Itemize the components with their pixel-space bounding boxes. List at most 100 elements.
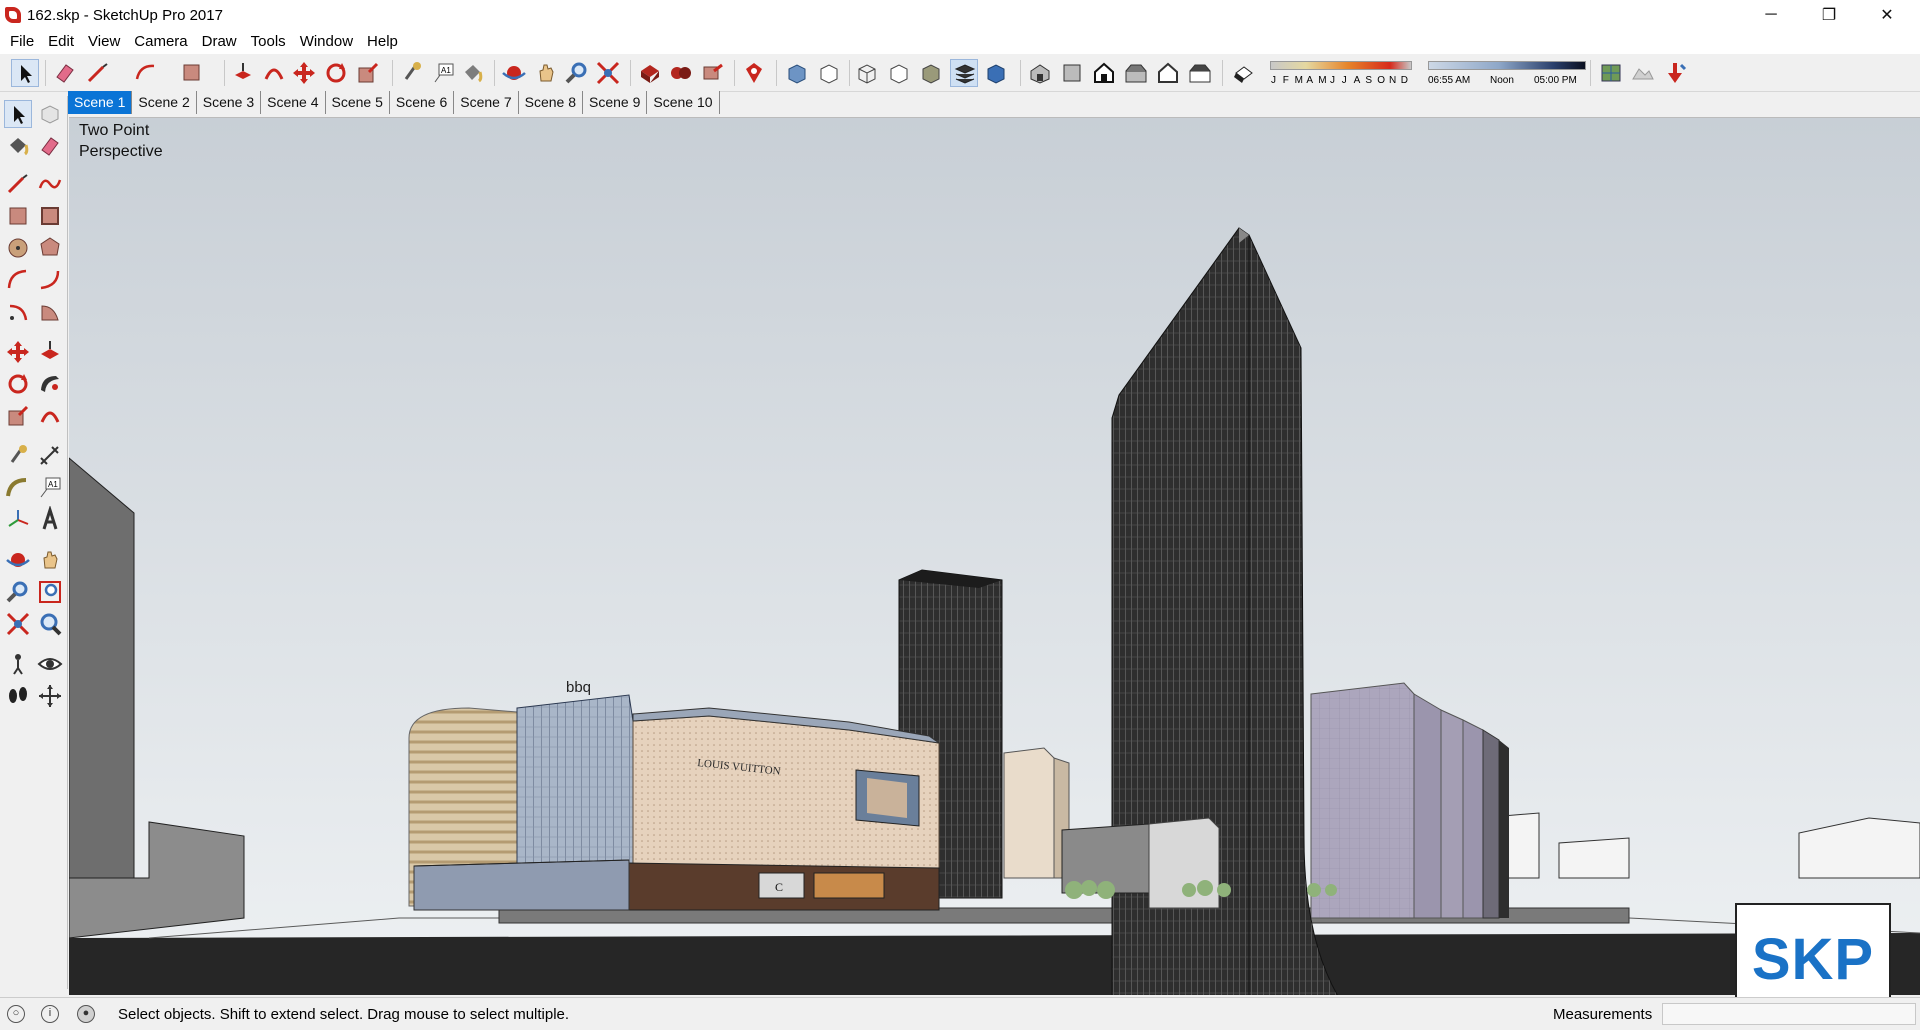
three-point-arc-icon[interactable] [4,298,32,326]
text-tool-icon[interactable]: A1 [430,59,458,87]
shaded-textures-style-icon[interactable] [917,59,945,87]
tape-measure-tool-icon[interactable] [398,59,426,87]
menu-file[interactable]: File [3,30,41,54]
paint-bucket-tool-icon[interactable] [458,59,486,87]
tab-scene-3[interactable]: Scene 3 [196,91,262,114]
polygon-icon[interactable] [36,234,64,262]
eraser-icon[interactable] [36,132,64,160]
zoom-extents-tool-icon[interactable] [594,59,622,87]
month-slider[interactable] [1270,61,1412,70]
tab-scene-8[interactable]: Scene 8 [518,91,583,114]
tab-scene-6[interactable]: Scene 6 [389,91,455,114]
freehand-icon[interactable] [36,170,64,198]
scale-icon[interactable] [4,402,32,430]
tab-scene-5[interactable]: Scene 5 [325,91,390,114]
tab-scene-4[interactable]: Scene 4 [261,91,326,114]
front-view-icon[interactable] [1090,59,1118,87]
menu-view[interactable]: View [81,30,127,54]
move-icon[interactable] [4,338,32,366]
orbit-tool-icon[interactable] [500,59,528,87]
pan-icon[interactable] [36,546,64,574]
left-view-icon[interactable] [1186,59,1214,87]
line-tool-icon[interactable] [84,59,112,87]
look-around-icon[interactable] [36,650,64,678]
menu-camera[interactable]: Camera [127,30,194,54]
toggle-terrain-icon[interactable] [1629,59,1657,87]
zoom-tool-icon[interactable] [563,59,591,87]
rotate-tool-icon[interactable] [322,59,350,87]
monochrome-style-icon[interactable] [950,59,978,87]
wireframe-style-icon[interactable] [815,59,843,87]
model-viewport[interactable]: bbq LOUIS VUITTON C Two Point Perspectiv… [69,117,1920,995]
back-view-icon[interactable] [1154,59,1182,87]
extension-warehouse-icon[interactable] [740,59,768,87]
follow-me-icon[interactable] [36,370,64,398]
scale-tool-icon[interactable] [354,59,382,87]
make-component-icon[interactable] [36,100,64,128]
tab-scene-10[interactable]: Scene 10 [647,91,720,114]
user-account-icon[interactable]: ● [77,1005,95,1023]
warehouse-share-model-icon[interactable] [667,59,695,87]
line-icon[interactable] [4,170,32,198]
maximize-button[interactable]: ❐ [1800,0,1858,30]
previous-view-icon[interactable] [36,610,64,638]
geolocation-icon[interactable]: ○ [7,1005,25,1023]
credits-icon[interactable]: i [41,1005,59,1023]
add-photo-texture-icon[interactable] [1661,59,1689,87]
zoom-icon[interactable] [4,578,32,606]
shaded-style-icon[interactable] [885,59,913,87]
warehouse-share-component-icon[interactable] [698,59,726,87]
menu-edit[interactable]: Edit [41,30,81,54]
push-pull-tool-icon[interactable] [229,59,257,87]
menu-help[interactable]: Help [360,30,405,54]
menu-draw[interactable]: Draw [195,30,244,54]
minimize-button[interactable]: ─ [1742,0,1800,30]
zoom-window-icon[interactable] [36,578,64,606]
rectangle-icon[interactable] [4,202,32,230]
tab-scene-7[interactable]: Scene 7 [454,91,519,114]
rotated-rectangle-icon[interactable] [36,202,64,230]
3d-text-icon[interactable] [36,505,64,534]
time-slider[interactable] [1428,61,1586,70]
offset-tool-icon[interactable] [260,59,288,87]
protractor-icon[interactable] [4,474,32,502]
arc-tool-icon[interactable] [132,59,160,87]
paint-bucket-icon[interactable] [4,132,32,160]
circle-icon[interactable] [4,234,32,262]
right-view-icon[interactable] [1122,59,1150,87]
two-point-arc-icon[interactable] [36,266,64,294]
top-view-icon[interactable] [1058,59,1086,87]
tape-measure-icon[interactable] [4,442,32,470]
move-tool-icon[interactable] [290,59,318,87]
measurements-input[interactable] [1662,1003,1916,1025]
xray-style-icon[interactable] [783,59,811,87]
pan-tool-icon[interactable] [532,59,560,87]
walk-icon[interactable] [4,682,32,710]
select-tool-icon[interactable] [11,59,39,87]
dimension-icon[interactable] [36,442,64,470]
pie-icon[interactable] [36,298,64,326]
display-shadows-icon[interactable] [1230,59,1258,87]
position-camera-icon[interactable] [4,650,32,678]
arc-icon[interactable] [4,266,32,294]
rotate-icon[interactable] [4,370,32,398]
zoom-extents-icon[interactable] [4,610,32,638]
axes-icon[interactable] [4,506,32,534]
eraser-tool-icon[interactable] [51,59,79,87]
tab-scene-9[interactable]: Scene 9 [583,91,648,114]
section-plane-icon[interactable] [36,682,64,710]
offset-icon[interactable] [36,402,64,430]
text-icon[interactable]: A1 [36,474,64,502]
menu-window[interactable]: Window [293,30,360,54]
select-tool-icon[interactable] [4,100,32,128]
push-pull-icon[interactable] [36,338,64,366]
add-location-icon[interactable] [1597,59,1625,87]
rectangle-tool-icon[interactable] [178,59,206,87]
tab-scene-2[interactable]: Scene 2 [132,91,197,114]
menu-tools[interactable]: Tools [244,30,293,54]
texture-style-icon[interactable] [982,59,1010,87]
tab-scene-1[interactable]: Scene 1 [68,91,133,114]
iso-view-icon[interactable] [1026,59,1054,87]
orbit-icon[interactable] [4,546,32,574]
warehouse-get-models-icon[interactable] [636,59,664,87]
